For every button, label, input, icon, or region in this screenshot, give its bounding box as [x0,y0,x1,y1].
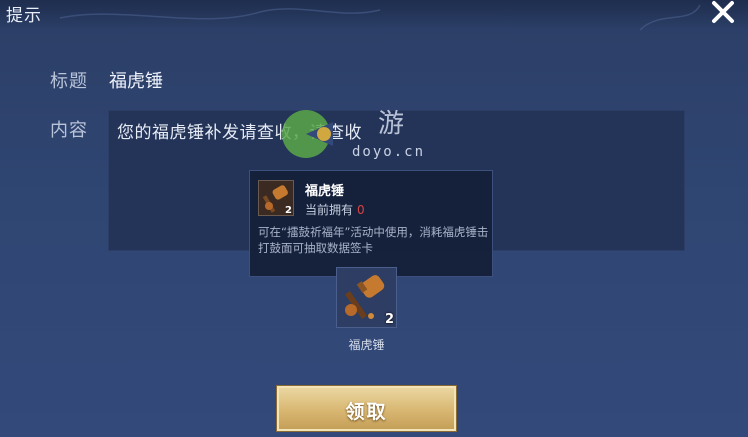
title-value: 福虎锤 [109,71,163,92]
hammer-icon: 2 [258,180,294,216]
reward-item-name: 福虎锤 [348,338,385,352]
close-button[interactable] [708,0,738,26]
tooltip-own-label: 当前拥有 [305,203,354,217]
content-label: 内容 [50,120,88,141]
title-label: 标题 [50,71,88,92]
claim-button[interactable]: 领取 [277,386,456,431]
tooltip-item-name: 福虎锤 [305,184,345,199]
tooltip-item-qty: 2 [285,205,292,216]
reward-item-slot[interactable]: 2 [336,267,397,328]
watermark-text: doyo.cn [352,144,426,160]
decorative-swirl [59,4,701,31]
claim-button-label: 领取 [345,401,388,423]
watermark-logo-text: 游 [378,109,404,139]
tooltip-own-count: 0 [357,203,365,217]
dialog-title: 提示 [6,6,42,26]
tooltip-description: 可在“擂鼓祈福年”活动中使用，消耗福虎锤击打鼓面可抽取数据签卡 [258,225,489,255]
tooltip-own-row: 当前拥有 0 [305,201,365,218]
close-icon[interactable] [708,0,738,26]
reward-item-qty: 2 [384,312,394,327]
item-tooltip: 2 福虎锤 当前拥有 0 可在“擂鼓祈福年”活动中使用，消耗福虎锤击打鼓面可抽取数… [249,170,493,277]
